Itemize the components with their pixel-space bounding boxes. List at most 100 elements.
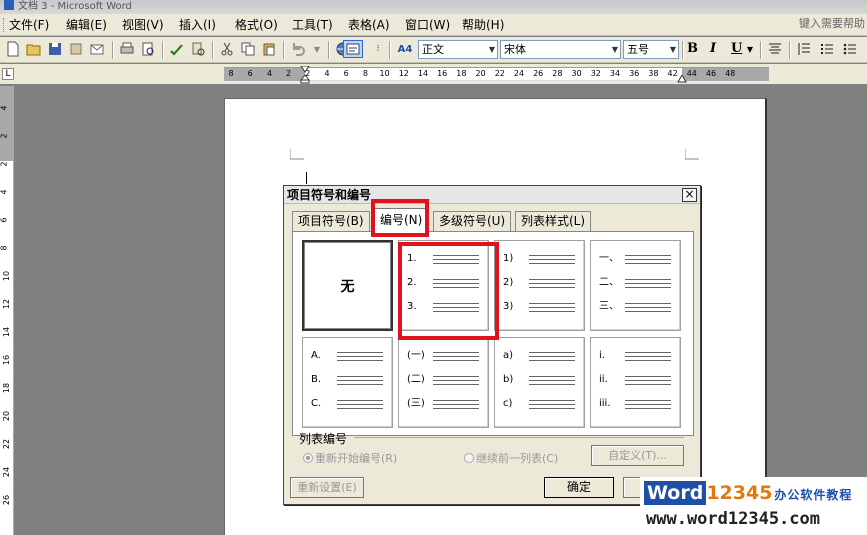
tab-selector[interactable]: L <box>2 68 14 80</box>
horizontal-ruler[interactable]: 8 6 4 2 2 4 6 8 10 12 14 16 18 20 22 24 26 28 30 32 34 36 38 42… <box>224 66 769 84</box>
option-text-lines <box>529 376 575 388</box>
new-document-icon[interactable] <box>4 40 22 58</box>
research-icon[interactable] <box>189 40 207 58</box>
bullets-icon[interactable] <box>841 40 859 58</box>
undo-icon[interactable] <box>289 40 307 58</box>
dialog-title: 项目符号和编号 <box>287 188 372 202</box>
menu-edit[interactable]: 编辑(E) <box>66 17 107 33</box>
ruler-tick-label: 4 <box>266 69 272 78</box>
font-size-combo[interactable]: 五号 ▼ <box>623 40 679 59</box>
option-line: 二、 <box>599 277 675 291</box>
email-icon[interactable] <box>88 40 106 58</box>
show-formatting-icon[interactable] <box>343 40 363 58</box>
horizontal-ruler-row: L 8 6 4 2 2 4 6 8 10 12 14 16 18 20 22 24 26 28 30 32 34 36 38… <box>0 64 867 84</box>
numbering-option-chinese-paren[interactable]: (一) (二) (三) <box>398 337 489 428</box>
vruler-tick-label: 16 <box>2 354 12 366</box>
crop-mark-top-right <box>685 149 699 160</box>
chevron-down-icon: ▼ <box>669 45 676 54</box>
option-marker: a) <box>503 350 514 361</box>
styles-pane-icon[interactable]: A4 <box>395 40 415 58</box>
numbering-option-upper-alpha[interactable]: A. B. C. <box>302 337 393 428</box>
menu-tools[interactable]: 工具(T) <box>292 17 333 33</box>
save-icon[interactable] <box>46 40 64 58</box>
ruler-tick-label: 18 <box>456 69 467 78</box>
print-icon[interactable] <box>118 40 136 58</box>
option-marker: 三、 <box>599 301 619 312</box>
cut-icon[interactable] <box>218 40 236 58</box>
menu-view[interactable]: 视图(V) <box>122 17 164 33</box>
ruler-tick-label: 46 <box>705 69 717 78</box>
option-line: b) <box>503 374 579 388</box>
watermark-word: Word <box>644 481 707 505</box>
numbering-icon[interactable] <box>818 40 836 58</box>
align-center-icon[interactable] <box>766 40 784 58</box>
ruler-tick-label: 8 <box>228 69 234 78</box>
vruler-tick-label: 18 <box>2 382 12 394</box>
vertical-ruler[interactable]: 4 2 2 4 6 8 10 12 14 16 18 20 22 24 26 <box>0 86 14 535</box>
watermark-logo: Word 12345 办公软件教程 <box>644 481 852 507</box>
numbering-option-chinese[interactable]: 一、 二、 三、 <box>590 240 681 331</box>
font-size-combo-value: 五号 <box>627 43 649 56</box>
option-text-lines <box>529 303 575 315</box>
close-icon[interactable]: × <box>682 188 697 202</box>
ruler-tick-label: 32 <box>590 69 601 78</box>
open-folder-icon[interactable] <box>25 40 43 58</box>
paste-icon[interactable] <box>260 40 278 58</box>
customize-button[interactable]: 自定义(T)... <box>591 445 684 466</box>
continue-list-radio[interactable]: 继续前一列表(C) <box>464 450 558 466</box>
italic-button[interactable]: I <box>710 41 716 57</box>
restart-numbering-radio[interactable]: 重新开始编号(R) <box>303 450 397 466</box>
vruler-tick-label: 10 <box>2 270 12 282</box>
font-combo[interactable]: 宋体 ▼ <box>500 40 621 59</box>
vruler-tick-label: 24 <box>2 466 12 478</box>
option-marker: ii. <box>599 374 608 385</box>
menu-window[interactable]: 窗口(W) <box>405 17 450 33</box>
chevron-down-icon: ▼ <box>488 45 495 54</box>
menu-help[interactable]: 帮助(H) <box>462 17 504 33</box>
option-text-lines <box>625 400 671 412</box>
vruler-tick-label: 14 <box>2 326 12 338</box>
option-line: 一、 <box>599 253 675 267</box>
menu-insert[interactable]: 插入(I) <box>179 17 216 33</box>
watermark-url: www.word12345.com <box>646 509 820 529</box>
spelling-icon[interactable] <box>168 40 186 58</box>
text-cursor <box>306 172 307 184</box>
watermark-tagline: 办公软件教程 <box>774 488 853 502</box>
numbering-option-lower-roman[interactable]: i. ii. iii. <box>590 337 681 428</box>
menu-format[interactable]: 格式(O) <box>235 17 278 33</box>
tab-outline-numbered[interactable]: 多级符号(U) <box>433 211 512 231</box>
ruler-tick-label: 48 <box>725 69 736 78</box>
numbering-option-arabic-paren[interactable]: 1) 2) 3) <box>494 240 585 331</box>
tab-list-styles[interactable]: 列表样式(L) <box>515 211 592 231</box>
menu-file[interactable]: 文件(F) <box>9 17 49 33</box>
ruler-tick-label: 10 <box>379 69 390 78</box>
permission-icon[interactable] <box>67 40 85 58</box>
menu-table[interactable]: 表格(A) <box>348 17 390 33</box>
style-combo[interactable]: 正文 ▼ <box>418 40 498 59</box>
ruler-tick-label: 6 <box>247 69 253 78</box>
numbering-option-none[interactable]: 无 <box>302 240 393 331</box>
bold-button[interactable]: B <box>687 41 698 57</box>
option-line: B. <box>311 374 387 388</box>
option-marker: 2) <box>503 277 514 288</box>
option-text-lines <box>625 303 671 315</box>
ruler-tick-label: 26 <box>533 69 544 78</box>
underline-button[interactable]: U <box>731 41 742 57</box>
indent-marker-icon[interactable] <box>300 66 310 84</box>
chevron-down-icon: ▼ <box>611 45 618 54</box>
copy-icon[interactable] <box>239 40 257 58</box>
option-text-lines <box>529 255 575 267</box>
option-line: i. <box>599 350 675 364</box>
option-text-lines <box>433 400 479 412</box>
toolbar-options-icon[interactable]: ⁝ <box>372 40 384 58</box>
print-preview-icon[interactable] <box>139 40 157 58</box>
tab-bullets[interactable]: 项目符号(B) <box>292 211 370 231</box>
ok-button[interactable]: 确定 <box>544 477 614 498</box>
underline-dropdown-icon[interactable]: ▼ <box>745 40 755 58</box>
reset-button[interactable]: 重新设置(E) <box>290 477 364 498</box>
line-spacing-icon[interactable] <box>795 40 813 58</box>
undo-dropdown-icon[interactable]: ▼ <box>308 40 326 58</box>
right-indent-marker-icon[interactable] <box>677 75 687 83</box>
numbering-option-lower-alpha-paren[interactable]: a) b) c) <box>494 337 585 428</box>
help-search-box[interactable]: 键入需要帮助 <box>799 16 867 32</box>
